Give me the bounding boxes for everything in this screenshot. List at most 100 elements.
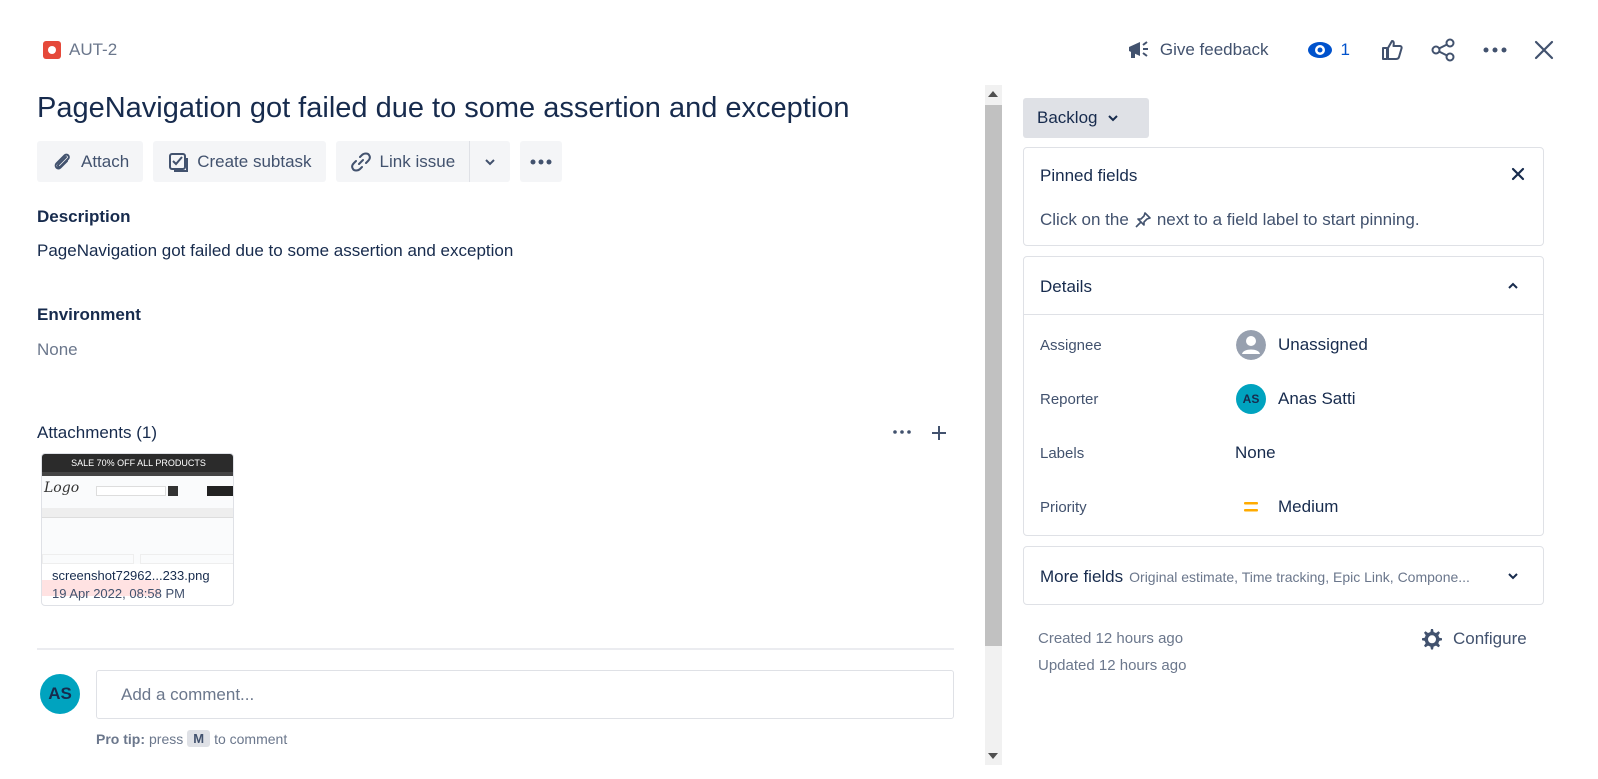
- attachment-card[interactable]: SALE 70% OFF ALL PRODUCTS Logo screensho…: [41, 453, 234, 606]
- share-icon: [1431, 38, 1455, 62]
- thumbs-up-icon: [1382, 40, 1403, 60]
- more-icon: [530, 159, 552, 164]
- details-panel: Details Assignee Unassigned Reporter AS …: [1023, 256, 1544, 536]
- thumbnail-box: [42, 554, 134, 564]
- more-fields-panel[interactable]: More fields Original estimate, Time trac…: [1023, 546, 1544, 605]
- status-dropdown[interactable]: Backlog: [1023, 98, 1149, 138]
- gear-icon: [1422, 629, 1442, 650]
- more-fields-header: More fields Original estimate, Time trac…: [1040, 567, 1470, 587]
- scrollbar-thumb[interactable]: [985, 105, 1002, 646]
- details-header[interactable]: Details: [1024, 257, 1543, 315]
- watch-count: 1: [1340, 40, 1350, 59]
- configure-label: Configure: [1453, 629, 1527, 648]
- thumbnail-menu: [42, 508, 233, 518]
- assignee-field[interactable]: Unassigned: [1236, 330, 1368, 360]
- attachment-filename: screenshot72962...233.png: [52, 568, 210, 583]
- updated-text: Updated 12 hours ago: [1038, 657, 1187, 674]
- more-issue-actions-button[interactable]: [520, 141, 563, 182]
- attachments-more-button[interactable]: [890, 422, 914, 442]
- description-text[interactable]: PageNavigation got failed due to some as…: [37, 241, 513, 261]
- create-subtask-label: Create subtask: [197, 151, 312, 171]
- share-button[interactable]: [1422, 30, 1464, 70]
- environment-value[interactable]: None: [37, 340, 78, 360]
- link-issue-split-button: Link issue: [335, 141, 511, 182]
- close-button[interactable]: [1526, 30, 1562, 70]
- status-label: Backlog: [1037, 108, 1098, 127]
- more-fields-title: More fields: [1040, 567, 1124, 586]
- attach-label: Attach: [81, 151, 130, 171]
- thumbnail-search-button: [168, 486, 178, 496]
- comment-input[interactable]: Add a comment...: [96, 670, 954, 719]
- attach-button[interactable]: Attach: [37, 141, 144, 182]
- reporter-field[interactable]: AS Anas Satti: [1236, 384, 1356, 414]
- give-feedback-button[interactable]: Give feedback: [1118, 30, 1277, 70]
- chevron-down-icon: [485, 158, 495, 165]
- thumbnail-cart: [207, 486, 233, 496]
- scroll-up-arrow[interactable]: [988, 91, 998, 97]
- create-subtask-button[interactable]: Create subtask: [153, 141, 326, 182]
- attachments-label: Attachments (1): [37, 423, 157, 442]
- protip-key: M: [187, 730, 211, 747]
- link-icon: [350, 152, 371, 171]
- assignee-label: Assignee: [1040, 337, 1102, 354]
- link-issue-button[interactable]: Link issue: [336, 141, 470, 182]
- megaphone-icon: [1128, 41, 1148, 58]
- more-fields-summary: Original estimate, Time tracking, Epic L…: [1129, 569, 1470, 585]
- attachment-date: 19 Apr 2022, 08:58 PM: [52, 586, 185, 601]
- comment-divider: [37, 648, 954, 650]
- assignee-value: Unassigned: [1278, 335, 1368, 354]
- issue-title[interactable]: PageNavigation got failed due to some as…: [37, 92, 850, 125]
- reporter-value: Anas Satti: [1278, 389, 1356, 408]
- labels-label: Labels: [1040, 445, 1085, 462]
- protip-label: Pro tip:: [96, 730, 145, 747]
- protip-press: press: [149, 730, 184, 747]
- thumbnail-search: [96, 486, 166, 496]
- configure-button[interactable]: Configure: [1419, 627, 1527, 651]
- watch-button[interactable]: 1: [1299, 30, 1358, 70]
- scroll-down-arrow[interactable]: [988, 753, 998, 759]
- bug-icon: [43, 41, 61, 59]
- priority-label: Priority: [1040, 499, 1087, 516]
- thumbnail-navbar: [42, 472, 233, 476]
- subtask-icon: [169, 152, 189, 172]
- pinned-fields-title: Pinned fields: [1040, 166, 1138, 185]
- pinned-hint: Click on the next to a field label to st…: [1040, 210, 1420, 230]
- link-issue-dropdown-button[interactable]: [470, 141, 510, 182]
- priority-field[interactable]: Medium: [1236, 492, 1338, 522]
- pinned-fields-panel: Pinned fields Click on the next to a fie…: [1023, 147, 1544, 246]
- close-icon: [1511, 167, 1525, 181]
- unassigned-avatar-icon: [1236, 330, 1266, 360]
- add-attachment-button[interactable]: [928, 422, 950, 444]
- eye-icon: [1307, 42, 1332, 58]
- more-icon: [1483, 47, 1507, 53]
- pin-icon: [1135, 212, 1151, 228]
- thumbnail-banner: SALE 70% OFF ALL PRODUCTS: [42, 454, 233, 472]
- attachment-thumbnail: SALE 70% OFF ALL PRODUCTS Logo: [42, 454, 233, 564]
- thumbnail-logo: Logo: [44, 480, 80, 496]
- pinned-hint-after: next to a field label to start pinning.: [1156, 210, 1420, 229]
- more-actions-button[interactable]: [1474, 30, 1516, 70]
- give-feedback-label: Give feedback: [1159, 40, 1269, 59]
- thumbnail-box: [140, 554, 233, 564]
- issue-action-bar: Attach Create subtask Link issue: [37, 141, 563, 182]
- close-pinned-button[interactable]: [1508, 164, 1528, 184]
- reporter-avatar: AS: [1236, 384, 1266, 414]
- plus-icon: [932, 426, 946, 440]
- labels-value[interactable]: None: [1235, 443, 1276, 463]
- issue-key: AUT-2: [69, 40, 118, 59]
- paperclip-icon: [54, 153, 70, 169]
- environment-label: Environment: [37, 305, 141, 324]
- reporter-label: Reporter: [1040, 391, 1099, 408]
- created-text: Created 12 hours ago: [1038, 630, 1184, 647]
- current-user-avatar: AS: [40, 674, 80, 714]
- protip-suffix: to comment: [214, 730, 288, 747]
- pinned-hint-before: Click on the: [1040, 210, 1129, 229]
- pro-tip: Pro tip: press M to comment: [96, 730, 287, 747]
- vote-button[interactable]: [1372, 30, 1412, 70]
- issue-key-link[interactable]: AUT-2: [43, 40, 117, 60]
- details-title: Details: [1040, 277, 1092, 296]
- priority-value: Medium: [1278, 497, 1339, 516]
- priority-medium-icon: [1244, 502, 1258, 512]
- top-actions: Give feedback 1: [1118, 30, 1562, 70]
- chevron-down-icon: [1508, 573, 1518, 580]
